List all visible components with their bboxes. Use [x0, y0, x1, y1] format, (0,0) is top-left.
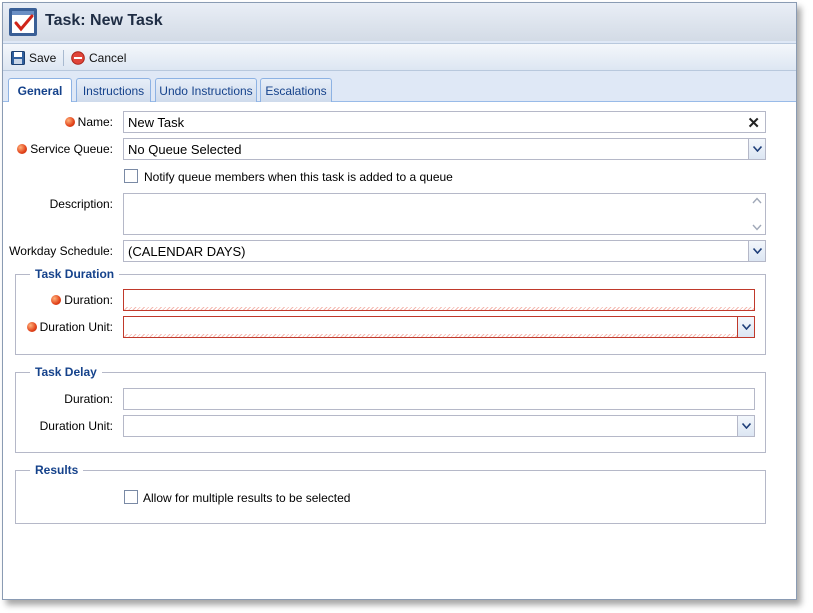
chevron-down-icon: [752, 248, 762, 254]
chevron-up-icon[interactable]: [752, 197, 762, 204]
task-delay-unit-dropdown-trigger[interactable]: [737, 416, 754, 436]
tab-escalations[interactable]: Escalations: [260, 78, 332, 102]
save-button-label: Save: [29, 51, 57, 65]
service-queue-select[interactable]: No Queue Selected: [123, 138, 766, 160]
save-button[interactable]: Save: [11, 49, 56, 67]
service-queue-label: Service Queue:: [13, 141, 113, 157]
tab-undo-instructions[interactable]: Undo Instructions: [155, 78, 257, 102]
task-duration-input[interactable]: [123, 289, 755, 311]
description-label: Description:: [49, 197, 113, 211]
clear-name-icon[interactable]: ✕: [747, 114, 760, 132]
allow-multiple-results-label: Allow for multiple results to be selecte…: [143, 491, 351, 505]
task-delay-unit-select[interactable]: [123, 415, 755, 437]
task-checklist-icon: [9, 8, 37, 36]
task-duration-legend: Task Duration: [30, 267, 120, 281]
toolbar: Save Cancel: [3, 43, 796, 71]
task-duration-unit-dropdown-trigger[interactable]: [737, 317, 754, 337]
tab-general[interactable]: General: [8, 78, 72, 103]
name-label: Name:: [13, 114, 113, 130]
chevron-down-icon: [741, 324, 751, 330]
description-scrollbar[interactable]: [751, 197, 763, 231]
notify-queue-label: Notify queue members when this task is a…: [144, 170, 453, 184]
task-duration-unit-label: Duration Unit:: [13, 319, 113, 335]
cancel-circle-icon: [71, 51, 85, 65]
task-duration-fieldset: Task Duration: [15, 267, 766, 355]
results-legend: Results: [30, 463, 84, 477]
tab-instructions[interactable]: Instructions: [76, 78, 151, 102]
task-delay-duration-label: Duration:: [64, 392, 113, 406]
task-window: Task: New Task Save Cancel General Instr…: [2, 2, 797, 600]
floppy-disk-icon: [11, 51, 25, 65]
allow-multiple-results-checkbox[interactable]: [124, 490, 138, 504]
task-delay-fieldset: Task Delay: [15, 365, 766, 453]
toolbar-separator: [63, 50, 64, 66]
window-title: Task: New Task: [45, 12, 163, 29]
chevron-down-icon[interactable]: [752, 224, 762, 231]
required-indicator-icon: [26, 322, 37, 332]
general-panel: Name: New Task ✕ Service Queue: No Queue…: [3, 102, 796, 599]
task-delay-legend: Task Delay: [30, 365, 102, 379]
workday-schedule-label: Workday Schedule:: [9, 244, 113, 258]
required-indicator-icon: [17, 144, 28, 154]
task-duration-unit-select[interactable]: [123, 316, 755, 338]
description-textarea[interactable]: [123, 193, 766, 235]
workday-schedule-select[interactable]: (CALENDAR DAYS): [123, 240, 766, 262]
notify-queue-checkbox[interactable]: [124, 169, 138, 183]
service-queue-dropdown-trigger[interactable]: [748, 139, 765, 159]
required-indicator-icon: [51, 295, 62, 305]
title-bar: Task: New Task: [3, 3, 796, 41]
chevron-down-icon: [752, 146, 762, 152]
required-indicator-icon: [64, 117, 75, 127]
chevron-down-icon: [741, 423, 751, 429]
task-delay-input[interactable]: [123, 388, 755, 410]
task-delay-unit-label: Duration Unit:: [39, 419, 113, 433]
cancel-button[interactable]: Cancel: [71, 49, 126, 67]
cancel-button-label: Cancel: [89, 51, 127, 65]
workday-schedule-dropdown-trigger[interactable]: [748, 241, 765, 261]
task-duration-duration-label: Duration:: [13, 292, 113, 308]
name-input[interactable]: New Task ✕: [123, 111, 766, 133]
tab-strip: General Instructions Undo Instructions E…: [3, 72, 796, 103]
